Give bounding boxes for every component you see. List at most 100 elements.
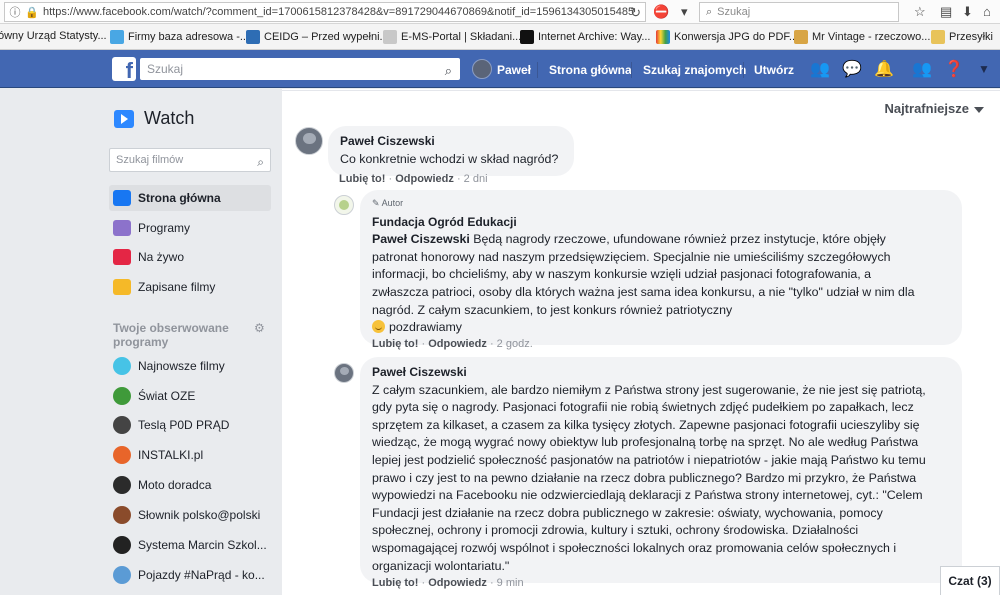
program-avatar xyxy=(113,357,131,375)
messenger-icon[interactable]: 💬 xyxy=(842,59,862,79)
find-friends-link[interactable]: Szukaj znajomych xyxy=(643,63,746,77)
bookmark-favicon xyxy=(110,30,124,44)
comment-author[interactable]: Fundacja Ogród Edukacji xyxy=(372,214,950,232)
facebook-search-input[interactable]: Szukaj ⌕ xyxy=(140,58,460,80)
program-avatar xyxy=(113,506,131,524)
program-item[interactable]: Słownik polsko@polski xyxy=(109,502,274,528)
program-avatar xyxy=(113,416,131,434)
bookmarks-bar: ówny Urząd Statysty... Firmy baza adreso… xyxy=(0,24,1000,50)
reading-list-icon[interactable]: ▤ xyxy=(940,4,952,20)
bookmark-favicon xyxy=(656,30,670,44)
home-link[interactable]: Strona główna xyxy=(549,63,632,77)
avatar[interactable] xyxy=(295,127,323,155)
addon-icon[interactable]: ⛔ xyxy=(653,4,669,20)
bookmark-item[interactable]: CEIDG – Przed wypełni... xyxy=(246,30,389,44)
page-title: Watch xyxy=(144,108,195,128)
notifications-bell-icon[interactable]: 🔔 xyxy=(874,59,894,79)
comment-actions: Lubię to! · Odpowiedz · 2 godz. xyxy=(372,338,533,350)
friend-requests-icon[interactable]: 👥 xyxy=(810,59,830,79)
comment-time[interactable]: 9 min xyxy=(497,577,524,589)
bookmark-item[interactable]: Internet Archive: Way... xyxy=(520,30,651,44)
video-search-placeholder: Szukaj filmów xyxy=(116,154,184,166)
star-icon[interactable]: ☆ xyxy=(914,4,926,20)
facebook-logo[interactable]: f xyxy=(112,57,136,81)
program-item[interactable]: Świat OZE xyxy=(109,383,274,409)
url-text[interactable]: https://www.facebook.com/watch/?comment_… xyxy=(43,6,634,18)
play-icon xyxy=(113,190,131,206)
help-icon[interactable]: ❓ xyxy=(944,59,964,79)
gear-icon[interactable]: ⚙ xyxy=(254,321,265,335)
pencil-icon: ✎ xyxy=(372,198,380,208)
program-item[interactable]: Najnowsze filmy xyxy=(109,353,274,379)
info-icon[interactable]: ⓘ xyxy=(8,4,22,20)
program-avatar xyxy=(113,476,131,494)
bookmark-item[interactable]: Mr Vintage - rzeczowo... xyxy=(794,30,930,44)
chevron-down-icon[interactable]: ▾ xyxy=(681,4,688,20)
watch-heading[interactable]: Watch xyxy=(114,108,194,129)
avatar[interactable] xyxy=(334,363,354,383)
search-icon[interactable]: ⌕ xyxy=(445,60,452,82)
author-badge: ✎ Autor xyxy=(372,198,404,208)
create-link[interactable]: Utwórz xyxy=(754,63,794,77)
bookmark-item[interactable]: E-MS-Portal | Składani... xyxy=(383,30,521,44)
divider xyxy=(537,62,538,78)
facebook-header: f Szukaj ⌕ Paweł Strona główna Szukaj zn… xyxy=(0,50,1000,88)
program-item[interactable]: Teslą P0D PRĄD xyxy=(109,412,274,438)
shows-icon xyxy=(113,220,131,236)
address-bar[interactable]: ⓘ 🔒 https://www.facebook.com/watch/?comm… xyxy=(4,2,646,22)
avatar[interactable] xyxy=(472,59,492,79)
avatar[interactable] xyxy=(334,195,354,215)
home-icon[interactable]: ⌂ xyxy=(983,4,991,19)
program-item[interactable]: INSTALKI.pl xyxy=(109,442,274,468)
followed-programs-heading: Twoje obserwowane programy xyxy=(113,321,229,349)
bookmark-item[interactable]: Konwersja JPG do PDF... xyxy=(656,30,798,44)
like-link[interactable]: Lubię to! xyxy=(372,338,418,350)
program-item[interactable]: Systema Marcin Szkol... xyxy=(109,532,274,558)
program-avatar xyxy=(113,566,131,584)
sidebar-item-saved[interactable]: Zapisane filmy xyxy=(109,274,271,300)
lock-icon: 🔒 xyxy=(25,6,39,19)
divider xyxy=(631,62,632,78)
account-menu-icon[interactable]: ▼ xyxy=(978,62,990,76)
comment-actions: Lubię to! · Odpowiedz · 9 min xyxy=(372,577,524,589)
comment-author[interactable]: Paweł Ciszewski xyxy=(372,364,950,382)
video-search-input[interactable]: Szukaj filmów ⌕ xyxy=(109,148,271,172)
comment-author[interactable]: Paweł Ciszewski xyxy=(340,133,562,151)
bookmark-item[interactable]: Firmy baza adresowa -... xyxy=(110,30,249,44)
bookmark-favicon xyxy=(246,30,260,44)
caret-down-icon xyxy=(974,106,984,113)
watch-sidebar: Watch Szukaj filmów ⌕ Strona główna Prog… xyxy=(0,89,282,595)
search-icon: ⌕ xyxy=(706,5,713,18)
program-avatar xyxy=(113,536,131,554)
quick-help-icon[interactable]: 👥 xyxy=(912,59,932,79)
program-item[interactable]: Moto doradca xyxy=(109,472,274,498)
sidebar-item-home[interactable]: Strona główna xyxy=(109,185,271,211)
profile-link[interactable]: Paweł xyxy=(497,63,531,77)
comment-time[interactable]: 2 godz. xyxy=(497,338,533,350)
bookmark-favicon xyxy=(794,30,808,44)
mention-link[interactable]: Paweł Ciszewski xyxy=(372,232,470,246)
sidebar-item-shows[interactable]: Programy xyxy=(109,215,271,241)
comment-time[interactable]: 2 dni xyxy=(464,173,488,185)
program-avatar xyxy=(113,387,131,405)
program-item[interactable]: Pojazdy #NaPrąd - ko... xyxy=(109,562,274,588)
bookmark-icon xyxy=(113,279,131,295)
bookmark-item[interactable]: Przesyłki xyxy=(931,30,993,44)
reply-link[interactable]: Odpowiedz xyxy=(395,173,454,185)
live-video-icon xyxy=(113,249,131,265)
comment-text: Z całym szacunkiem, ale bardzo niemiłym … xyxy=(372,382,926,573)
reply-link[interactable]: Odpowiedz xyxy=(428,577,487,589)
bookmark-item[interactable]: ówny Urząd Statysty... xyxy=(0,30,107,42)
comment-text: Co konkretnie wchodzi w skład nagród? xyxy=(340,151,559,166)
sort-dropdown[interactable]: Najtrafniejsze xyxy=(884,101,984,116)
search-icon[interactable]: ⌕ xyxy=(257,151,264,173)
sidebar-item-live[interactable]: Na żywo xyxy=(109,244,271,270)
chat-button[interactable]: Czat (3) xyxy=(940,566,1000,595)
browser-search-input[interactable]: ⌕ Szukaj xyxy=(699,2,899,22)
like-link[interactable]: Lubię to! xyxy=(339,173,385,185)
download-icon[interactable]: ⬇ xyxy=(962,4,973,20)
reply-link[interactable]: Odpowiedz xyxy=(428,338,487,350)
like-link[interactable]: Lubię to! xyxy=(372,577,418,589)
comments-panel: Najtrafniejsze Paweł Ciszewski Co konkre… xyxy=(282,89,1000,595)
reload-icon[interactable]: ↻ xyxy=(630,5,641,21)
